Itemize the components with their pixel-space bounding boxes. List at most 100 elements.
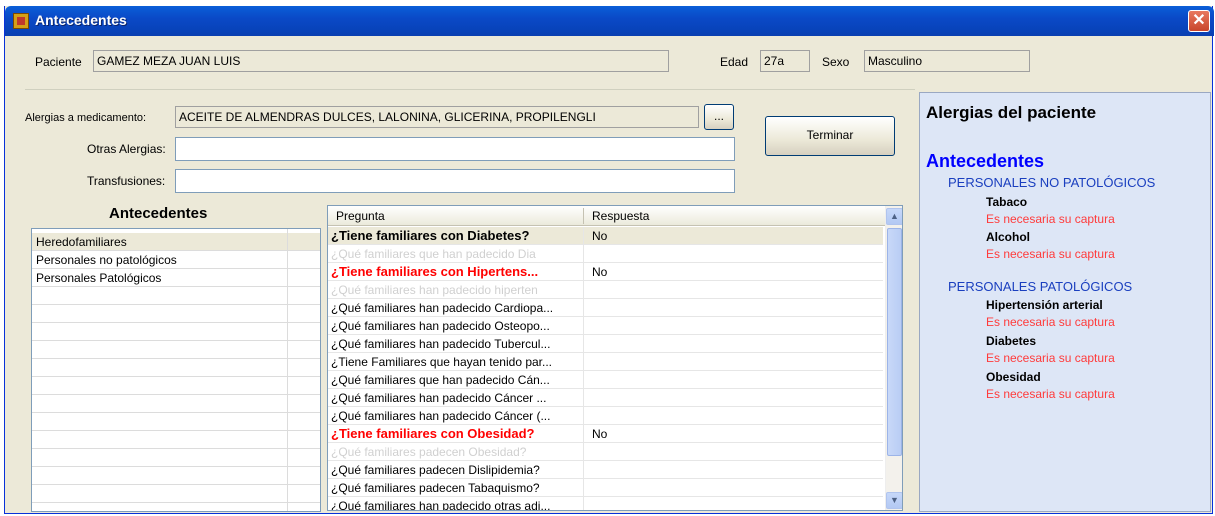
question-cell: ¿Qué familiares padecen Obesidad? xyxy=(331,445,527,459)
question-cell: ¿Qué familiares han padecido Cáncer (... xyxy=(331,409,551,423)
summary-title: Alergias del paciente xyxy=(926,103,1097,122)
question-cell: ¿Qué familiares padecen Dislipidemia? xyxy=(331,463,540,477)
list-item[interactable] xyxy=(32,395,320,413)
column-header-question[interactable]: Pregunta xyxy=(336,209,385,223)
other-allergies-label: Otras Alergias: xyxy=(87,142,166,156)
list-item[interactable] xyxy=(32,359,320,377)
scroll-up-button[interactable]: ▲ xyxy=(886,208,902,225)
list-item-label: Heredofamiliares xyxy=(36,235,127,249)
summary-panel: Alergias del paciente Antecedentes PERSO… xyxy=(919,92,1211,512)
cell-divider xyxy=(583,407,584,425)
table-row[interactable]: ¿Qué familiares han padecido otras adi..… xyxy=(328,497,883,510)
answer-cell[interactable]: No xyxy=(592,265,607,279)
summary-item-note: Es necesaria su captura xyxy=(986,212,1115,226)
list-column-divider xyxy=(287,229,288,511)
cell-divider xyxy=(583,227,584,245)
table-row[interactable]: ¿Tiene Familiares que hayan tenido par..… xyxy=(328,353,883,371)
column-separator[interactable] xyxy=(583,208,584,224)
list-item[interactable] xyxy=(32,485,320,503)
summary-item-note: Es necesaria su captura xyxy=(986,315,1115,329)
cell-divider xyxy=(583,479,584,497)
table-row[interactable]: ¿Tiene familiares con Obesidad? No xyxy=(328,425,883,443)
sex-field: Masculino xyxy=(864,50,1030,72)
cell-divider xyxy=(583,389,584,407)
list-item[interactable] xyxy=(32,431,320,449)
answer-cell[interactable]: No xyxy=(592,427,607,441)
question-cell: ¿Tiene familiares con Diabetes? xyxy=(331,228,530,243)
group-divider xyxy=(25,89,915,90)
grid-scrollbar[interactable]: ▲ ▼ xyxy=(885,206,902,510)
table-row[interactable]: ¿Qué familiares que han padecido Dia xyxy=(328,245,883,263)
cell-divider xyxy=(583,353,584,371)
list-item[interactable] xyxy=(32,323,320,341)
allergies-field[interactable]: ACEITE DE ALMENDRAS DULCES, LALONINA, GL… xyxy=(175,106,699,128)
browse-allergies-button[interactable]: ... xyxy=(704,104,734,130)
transfusions-label: Transfusiones: xyxy=(87,174,166,188)
transfusions-input[interactable] xyxy=(175,169,735,193)
app-icon xyxy=(13,13,29,29)
question-cell: ¿Qué familiares han padecido hiperten xyxy=(331,283,538,297)
summary-item: Diabetes xyxy=(986,334,1037,348)
list-item[interactable] xyxy=(32,341,320,359)
grid-header: Pregunta Respuesta xyxy=(328,206,902,226)
table-row[interactable]: ¿Qué familiares han padecido Cáncer ... xyxy=(328,389,883,407)
title-bar[interactable]: Antecedentes ✕ xyxy=(5,6,1214,36)
questions-grid[interactable]: Pregunta Respuesta ¿Tiene familiares con… xyxy=(327,205,903,511)
answer-cell[interactable]: No xyxy=(592,229,607,243)
cell-divider xyxy=(583,299,584,317)
other-allergies-input[interactable] xyxy=(175,137,735,161)
scroll-down-button[interactable]: ▼ xyxy=(886,492,902,509)
summary-item-note: Es necesaria su captura xyxy=(986,351,1115,365)
antecedentes-list-title: Antecedentes xyxy=(109,205,208,222)
summary-item-note: Es necesaria su captura xyxy=(986,247,1115,261)
finish-button[interactable]: Terminar xyxy=(765,116,895,156)
table-row[interactable]: ¿Qué familiares padecen Obesidad? xyxy=(328,443,883,461)
cell-divider xyxy=(583,317,584,335)
question-cell: ¿Tiene Familiares que hayan tenido par..… xyxy=(331,355,553,369)
summary-item: Alcohol xyxy=(986,230,1030,244)
table-row[interactable]: ¿Tiene familiares con Diabetes? No xyxy=(328,227,883,245)
question-cell: ¿Qué familiares han padecido Cardiopa... xyxy=(331,301,554,315)
cell-divider xyxy=(583,245,584,263)
table-row[interactable]: ¿Tiene familiares con Hipertens... No xyxy=(328,263,883,281)
question-cell: ¿Qué familiares que han padecido Dia xyxy=(331,247,536,261)
question-cell: ¿Qué familiares han padecido Cáncer ... xyxy=(331,391,547,405)
cell-divider xyxy=(583,281,584,299)
summary-antecedentes-heading: Antecedentes xyxy=(926,151,1045,171)
table-row[interactable]: ¿Qué familiares han padecido Tubercul... xyxy=(328,335,883,353)
list-item-label: Personales no patológicos xyxy=(36,253,177,267)
close-button[interactable]: ✕ xyxy=(1188,10,1210,32)
section-heading: PERSONALES PATOLÓGICOS xyxy=(948,279,1133,294)
table-row[interactable]: ¿Qué familiares padecen Tabaquismo? xyxy=(328,479,883,497)
cell-divider xyxy=(583,335,584,353)
list-item[interactable] xyxy=(32,449,320,467)
cell-divider xyxy=(583,497,584,510)
table-row[interactable]: ¿Qué familiares han padecido Cardiopa... xyxy=(328,299,883,317)
question-cell: ¿Qué familiares que han padecido Cán... xyxy=(331,373,550,387)
section-heading: PERSONALES NO PATOLÓGICOS xyxy=(948,175,1156,190)
list-item[interactable]: Personales Patológicos xyxy=(32,269,320,287)
table-row[interactable]: ¿Qué familiares han padecido Osteopo... xyxy=(328,317,883,335)
table-row[interactable]: ¿Qué familiares padecen Dislipidemia? xyxy=(328,461,883,479)
summary-item: Hipertensión arterial xyxy=(986,298,1103,312)
antecedentes-listbox[interactable]: Heredofamiliares Personales no patológic… xyxy=(31,228,321,512)
list-item[interactable] xyxy=(32,377,320,395)
list-item[interactable]: Personales no patológicos xyxy=(32,251,320,269)
summary-item-note: Es necesaria su captura xyxy=(986,387,1115,401)
table-row[interactable]: ¿Qué familiares han padecido Cáncer (... xyxy=(328,407,883,425)
sex-label: Sexo xyxy=(822,55,850,69)
column-header-answer[interactable]: Respuesta xyxy=(592,209,649,223)
table-row[interactable]: ¿Qué familiares han padecido hiperten xyxy=(328,281,883,299)
age-field: 27a xyxy=(760,50,810,72)
table-row[interactable]: ¿Qué familiares que han padecido Cán... xyxy=(328,371,883,389)
antecedentes-window: Antecedentes ✕ Paciente GAMEZ MEZA JUAN … xyxy=(4,6,1214,514)
list-item[interactable]: Heredofamiliares xyxy=(32,233,320,251)
summary-item: Tabaco xyxy=(986,195,1028,209)
list-item[interactable] xyxy=(32,467,320,485)
list-item[interactable] xyxy=(32,305,320,323)
scroll-thumb[interactable] xyxy=(887,228,902,456)
list-item[interactable] xyxy=(32,287,320,305)
list-item[interactable] xyxy=(32,413,320,431)
question-cell: ¿Qué familiares han padecido Osteopo... xyxy=(331,319,550,333)
cell-divider xyxy=(583,461,584,479)
